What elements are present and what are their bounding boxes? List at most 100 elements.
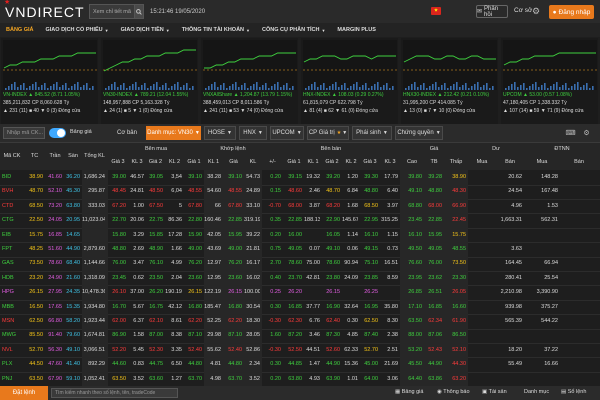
index-panel[interactable]: VNXAllShare ▲ 1,204.87 (13.79 1.15%) 388,…	[201, 38, 298, 124]
tab-value-stock[interactable]: CP Giá trị ★ ▼	[307, 126, 349, 140]
stock-symbol[interactable]: FPT	[2, 242, 24, 258]
volume-bar	[526, 88, 528, 90]
quick-search-input[interactable]: Tìm kiếm nhanh theo số lệnh, tên, tradeC…	[51, 388, 178, 398]
table-row[interactable]: EIB 15.75 16.85 14.65 15.80 3.29 15.85 17.28 15.…	[0, 227, 600, 244]
stock-symbol[interactable]: PLX	[2, 357, 24, 373]
table-row[interactable]: CTD 68.50 73.20 63.80 333.03 67.20 1.00 67.50 5 6…	[0, 198, 600, 215]
column-header[interactable]: KL	[244, 159, 262, 165]
table-row[interactable]: PLX 44.50 47.60 41.40 892.29 44.60 0.83 44.75 6.…	[0, 357, 600, 373]
column-header[interactable]: KL 1	[304, 159, 322, 165]
tab-covered-warrant[interactable]: Chứng quyền ▼	[395, 126, 443, 140]
index-panel[interactable]: UPCOM ▲ 53.00 (0.57 1.08%) 47,180,405 CP …	[501, 38, 598, 124]
table-row[interactable]: MBB 16.50 17.65 15.35 1,934.80 16.70 5.67 16.75…	[0, 299, 600, 316]
column-header[interactable]: Thấp	[444, 159, 468, 165]
table-row[interactable]: BID 38.90 41.60 36.20 1,686.24 39.00 46.57 39.0…	[0, 170, 600, 186]
bottom-orderbook-link[interactable]: ▤ Sổ lệnh	[561, 389, 586, 395]
vietnam-flag-icon[interactable]	[431, 7, 441, 15]
gear-icon[interactable]: ⚙	[581, 128, 592, 138]
column-header[interactable]: Mua	[524, 159, 560, 165]
menu-item-3[interactable]: THÔNG TIN TÀI KHOẢN	[182, 27, 244, 33]
index-panel[interactable]: VN-INDEX ▲ 845.52 (8.71 1.05%) 385,211,83…	[1, 38, 98, 124]
stock-symbol[interactable]: MSN	[2, 314, 24, 330]
column-header[interactable]: Cao	[400, 159, 424, 165]
search-button[interactable]	[135, 4, 144, 19]
tab-hnx[interactable]: HNX ▼	[239, 126, 267, 140]
column-header[interactable]: KL 1	[204, 159, 223, 165]
stock-symbol[interactable]: EIB	[2, 228, 24, 244]
tab-basic[interactable]: Cơ bản	[112, 126, 142, 140]
volume-bar	[147, 88, 149, 90]
bottom-notice-link[interactable]: ◉ Thông báo	[437, 389, 470, 395]
branch-label[interactable]: Cơ sở	[514, 7, 532, 14]
stock-symbol[interactable]: NVL	[2, 343, 24, 359]
column-header[interactable]: Mua	[468, 159, 496, 165]
volume-bar	[426, 88, 428, 90]
table-row[interactable]: MSN 62.50 66.80 58.20 1,923.44 62.00 6.37 62.10…	[0, 314, 600, 330]
stock-symbol[interactable]: CTG	[2, 213, 24, 229]
column-header[interactable]: KL 2	[342, 159, 360, 165]
column-header[interactable]: Giá	[223, 159, 244, 165]
column-header[interactable]: Tổng KL	[82, 153, 107, 159]
menu-item-0[interactable]: BẢNG GIÁ	[6, 27, 34, 33]
table-cell: 52.40	[228, 346, 242, 353]
feedback-button[interactable]: ✉ Phản hồi	[476, 5, 508, 18]
table-row[interactable]: PNJ 63.50 67.90 59.10 1,052.41 63.50 3.52 63.60…	[0, 371, 600, 387]
table-row[interactable]: MWG 85.50 91.40 79.60 1,674.81 86.90 1.58 87.00…	[0, 328, 600, 344]
column-header[interactable]: TB	[424, 159, 444, 165]
stock-symbol[interactable]: BVH	[2, 184, 24, 200]
column-header[interactable]: Giá 3	[360, 159, 380, 165]
index-panel[interactable]: VN30-INDEX ▲ 789.21 (12.04 1.55%) 148,957…	[101, 38, 198, 124]
stock-symbol[interactable]: BID	[2, 170, 24, 186]
stock-symbol[interactable]: MWG	[2, 328, 24, 344]
column-header[interactable]: Giá 2	[322, 159, 342, 165]
table-row[interactable]: NVL 52.70 56.30 49.10 3,066.51 52.20 5.45 52.30…	[0, 342, 600, 359]
stock-symbol[interactable]: HPG	[2, 285, 24, 301]
stock-symbol[interactable]: CTD	[2, 199, 24, 215]
table-row[interactable]: GAS 73.50 78.60 68.40 1,144.66 76.00 3.47 76.10…	[0, 256, 600, 272]
menu-item-1[interactable]: GIAO DỊCH CỔ PHIẾU	[46, 27, 103, 33]
column-header[interactable]: +/-	[262, 159, 283, 165]
table-row[interactable]: HPG 26.15 27.95 24.35 10,478.36 26.10 37.00 26.…	[0, 285, 600, 301]
index-panel[interactable]: HNX30-INDEX ▲ 212.42 (0.21 0.10%) 31,995,…	[401, 38, 498, 124]
stock-search-input[interactable]: Xem chỉ tiết mã	[89, 4, 135, 19]
bottom-portfolio-link[interactable]: Danh mục	[524, 389, 549, 395]
table-row[interactable]: CTG 22.50 24.05 20.95 11,023.04 22.70 20.06 22.…	[0, 213, 600, 229]
tab-upcom[interactable]: UPCOM ▼	[270, 126, 304, 140]
column-header[interactable]: KL 3	[128, 159, 146, 165]
column-header[interactable]: Giá 3	[108, 159, 128, 165]
stock-symbol[interactable]: MBB	[2, 300, 24, 316]
bottom-assets-link[interactable]: ▣ Tài sản	[482, 389, 507, 395]
menu-item-2[interactable]: GIAO DỊCH TIỀN	[121, 27, 164, 33]
place-order-button[interactable]: Đặt lệnh	[0, 386, 48, 400]
stock-symbol[interactable]: HDB	[2, 271, 24, 287]
logo[interactable]: ★ VNDIRECT	[0, 0, 84, 23]
tab-derivative[interactable]: Phái sinh ▼	[352, 126, 392, 140]
settings-icon[interactable]: ⚙	[532, 6, 542, 16]
menu-item-5[interactable]: MARGIN PLUS	[337, 27, 376, 33]
column-header[interactable]: Bán	[496, 159, 524, 165]
stock-symbol[interactable]: PNJ	[2, 372, 24, 387]
tab-hose[interactable]: HOSE ▼	[204, 126, 236, 140]
symbol-input[interactable]: Nhập mã CK...	[3, 127, 45, 139]
table-row[interactable]: FPT 48.25 51.60 44.90 2,879.60 48.80 2.69 48.90…	[0, 242, 600, 258]
login-button[interactable]: ● Đăng nhập	[549, 5, 594, 19]
column-header[interactable]: Trần	[46, 153, 64, 159]
stock-symbol[interactable]: GAS	[2, 256, 24, 272]
grid-settings-icon[interactable]: ⌨	[565, 128, 576, 138]
bottom-board-link[interactable]: ▦ Bảng giá	[395, 389, 423, 395]
column-header[interactable]: Sàn	[64, 153, 82, 159]
column-header[interactable]: Giá 1	[284, 159, 304, 165]
column-header[interactable]: TC	[24, 153, 45, 159]
column-header[interactable]: Giá 1	[184, 159, 204, 165]
menu-item-4[interactable]: CÔNG CỤ PHÂN TÍCH	[262, 27, 319, 33]
index-panel[interactable]: HNX-INDEX ▲ 108.03 (0.29 0.27%) 61,815,07…	[301, 38, 398, 124]
table-row[interactable]: BVH 48.70 52.10 45.30 295.87 48.45 24.81 48.50 6…	[0, 184, 600, 200]
column-header[interactable]: KL 3	[380, 159, 400, 165]
column-header[interactable]: KL 2	[165, 159, 184, 165]
column-header[interactable]: Mã CK	[0, 153, 24, 159]
column-header[interactable]: Giá 2	[146, 159, 165, 165]
board-toggle[interactable]	[49, 128, 66, 138]
tab-watchlist[interactable]: Danh mục: VN30 ▼	[146, 126, 201, 140]
column-header[interactable]: Bán	[560, 159, 598, 165]
table-row[interactable]: HDB 23.20 24.90 21.60 1,318.09 23.45 0.62 23.50…	[0, 270, 600, 287]
